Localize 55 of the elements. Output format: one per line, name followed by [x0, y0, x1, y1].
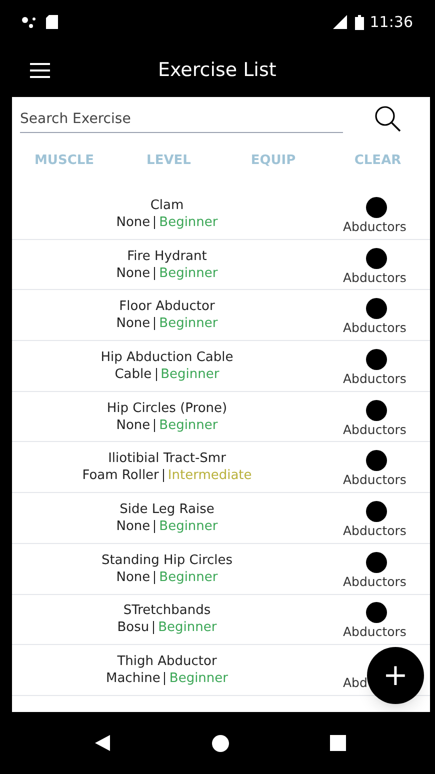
- menu-icon[interactable]: [30, 63, 50, 78]
- equipment-label: Machine: [106, 670, 160, 688]
- equipment-label: Cable: [114, 366, 152, 383]
- muscle-label: Abductors: [343, 370, 406, 388]
- equipment-label: Bosu: [117, 619, 150, 636]
- exercise-name: Fire Hydrant: [127, 248, 207, 265]
- status-time: 11:36: [370, 12, 413, 33]
- level-label: Beginner: [158, 619, 217, 636]
- assistant-icon: [22, 16, 36, 28]
- muscle-label: Abductors: [343, 218, 406, 236]
- filter-button[interactable]: CLEAR: [326, 151, 430, 171]
- equipment-label: None: [116, 568, 150, 586]
- muscle-label: Abductors: [343, 623, 406, 642]
- muscle-label: Abductors: [343, 319, 406, 338]
- exercise-name: Thigh Abductor: [117, 653, 217, 670]
- equipment-label: Foam Roller: [82, 467, 159, 484]
- app-title: Exercise List: [158, 58, 276, 84]
- equipment-label: None: [116, 264, 150, 282]
- exercise-name: Floor Abductor: [119, 298, 215, 316]
- home-icon[interactable]: [212, 734, 229, 752]
- exercise-name: Standing Hip Circles: [101, 552, 233, 569]
- filter-button[interactable]: MUSCLE: [12, 151, 116, 171]
- equipment-label: None: [116, 416, 150, 434]
- exercise-name: Iliotibial Tract-Smr: [108, 450, 226, 468]
- exercise-name: Hip Circles (Prone): [106, 400, 228, 417]
- level-label: Beginner: [159, 568, 218, 586]
- muscle-label: Abductors: [343, 420, 406, 439]
- sd-card-icon: [46, 15, 58, 29]
- equipment-label: None: [116, 518, 150, 535]
- muscle-label: Abductors: [343, 268, 406, 287]
- exercise-name: Side Leg Raise: [120, 500, 214, 518]
- level-label: Beginner: [160, 366, 220, 383]
- exercise-name: STretchbands: [123, 602, 211, 620]
- signal-icon: [330, 15, 347, 29]
- muscle-label: Abductors: [343, 522, 406, 540]
- level-label: Beginner: [159, 315, 218, 332]
- filter-button[interactable]: EQUIP: [221, 151, 326, 171]
- filter-button[interactable]: LEVEL: [116, 151, 221, 171]
- muscle-label: Abductors: [343, 471, 406, 490]
- level-label: Beginner: [159, 264, 218, 282]
- exercise-name: Hip Abduction Cable: [100, 348, 234, 366]
- back-icon[interactable]: [95, 735, 110, 751]
- equipment-label: None: [116, 315, 150, 332]
- level-label: Beginner: [159, 214, 218, 231]
- search-icon[interactable]: [374, 105, 402, 133]
- battery-icon: [354, 14, 364, 30]
- equipment-label: None: [116, 214, 150, 231]
- level-label: Beginner: [159, 416, 218, 434]
- level-label: Beginner: [159, 518, 218, 535]
- search-field[interactable]: Search Exercise: [20, 105, 343, 133]
- exercise-name: Clam: [150, 196, 184, 214]
- level-label: Intermediate: [168, 467, 252, 484]
- muscle-label: Abductors: [343, 572, 406, 591]
- muscle-label: Abd: [343, 674, 368, 692]
- level-label: Beginner: [169, 670, 228, 688]
